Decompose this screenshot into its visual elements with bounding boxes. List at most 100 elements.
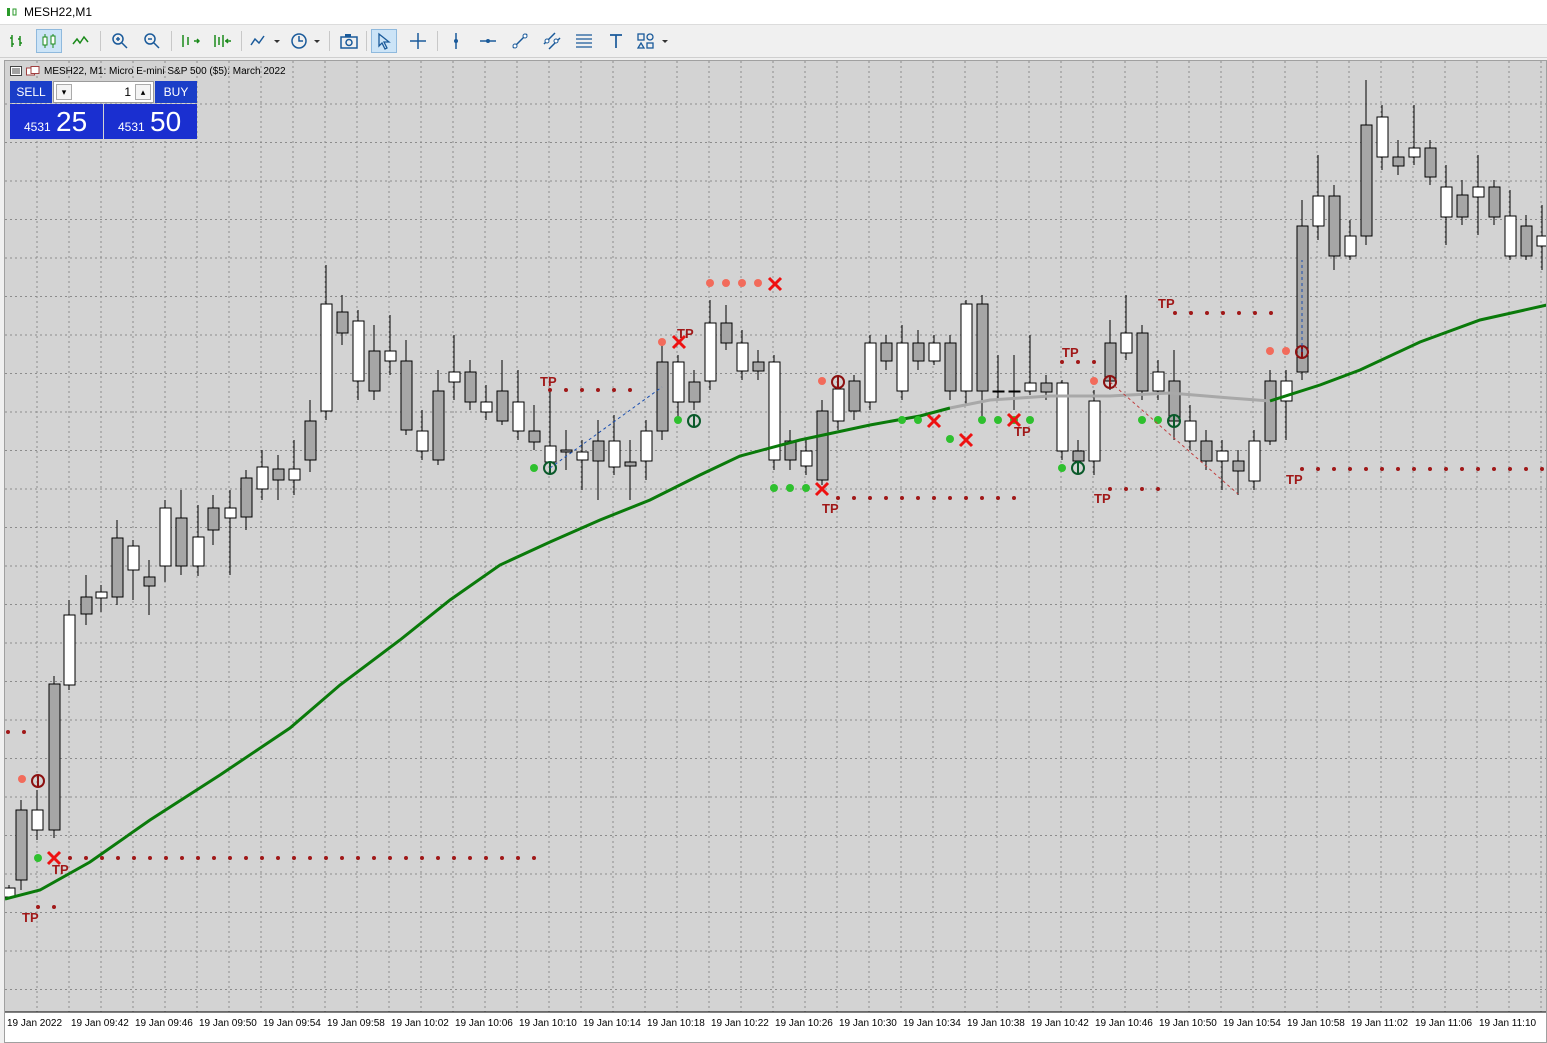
signal-dot: [674, 416, 682, 424]
tp-dot: [420, 856, 424, 860]
zoom-out-icon[interactable]: [139, 29, 165, 53]
candle-body: [175, 517, 188, 567]
indicators-icon[interactable]: [247, 29, 283, 53]
tp-dot: [132, 856, 136, 860]
candle-body: [912, 342, 925, 362]
chart-window[interactable]: TP TP TP TP TP TP TP TP TP TP: [4, 60, 1547, 1043]
tp-label: TP: [1158, 296, 1175, 311]
signal-dot: [914, 416, 922, 424]
signal-dot: [1058, 464, 1066, 472]
bar-chart-icon[interactable]: [4, 29, 30, 53]
candle-body: [816, 410, 829, 481]
sell-button[interactable]: SELL: [10, 81, 52, 103]
tp-dot: [1524, 467, 1528, 471]
tp-dot: [1332, 467, 1336, 471]
tp-dot: [836, 496, 840, 500]
channel-icon[interactable]: [539, 29, 565, 53]
fibonacci-icon[interactable]: [571, 29, 597, 53]
tp-dot: [324, 856, 328, 860]
screenshot-icon[interactable]: [336, 29, 362, 53]
tp-dot: [148, 856, 152, 860]
tp-dot: [244, 856, 248, 860]
lot-value[interactable]: 1: [124, 85, 131, 99]
chart-header: MESH22, M1: Micro E-mini S&P 500 ($5): M…: [10, 63, 286, 79]
candle-body: [1024, 382, 1037, 392]
candle-body: [1504, 215, 1517, 257]
shapes-icon[interactable]: [635, 29, 671, 53]
entry-dot: [722, 279, 730, 287]
chart-window-icon: [7, 8, 17, 16]
tp-dot: [1300, 467, 1304, 471]
zoom-in-icon[interactable]: [107, 29, 133, 53]
candle-body: [576, 451, 589, 461]
tp-dot: [932, 496, 936, 500]
lot-size-field[interactable]: ▾ 1 ▴: [53, 81, 154, 103]
text-icon[interactable]: [603, 29, 629, 53]
periods-clock-icon[interactable]: [287, 29, 323, 53]
tp-dot: [1460, 467, 1464, 471]
candle-body: [480, 401, 493, 413]
time-axis-label: 19 Jan 10:34: [903, 1018, 961, 1029]
candle-body: [304, 420, 317, 461]
candle-body: [720, 322, 733, 344]
candle-body: [1488, 186, 1501, 218]
tp-dot: [1396, 467, 1400, 471]
buy-button[interactable]: BUY: [155, 81, 197, 103]
horizontal-line-icon[interactable]: [475, 29, 501, 53]
candle-body: [736, 342, 749, 372]
tp-label: TP: [22, 910, 39, 925]
candle-body: [512, 401, 525, 432]
tp-dot: [1364, 467, 1368, 471]
candle-body: [95, 591, 108, 599]
tp-dot: [500, 856, 504, 860]
tp-dot: [52, 905, 56, 909]
autoscroll-icon[interactable]: [177, 29, 203, 53]
tp-dot: [1237, 311, 1241, 315]
tp-dot: [484, 856, 488, 860]
signal-dot: [1026, 416, 1034, 424]
candle-body: [1056, 382, 1069, 452]
entry-dot: [738, 279, 746, 287]
trend-line-icon[interactable]: [507, 29, 533, 53]
candle-body: [1328, 195, 1341, 257]
line-chart-icon[interactable]: [68, 29, 94, 53]
tp-dot: [1012, 496, 1016, 500]
time-axis-label: 19 Jan 09:54: [263, 1018, 321, 1029]
price-chart[interactable]: TP TP TP TP TP TP TP TP TP TP: [5, 61, 1546, 1042]
tp-label: TP: [52, 862, 69, 877]
chart-menu-icon[interactable]: [10, 66, 22, 76]
lot-increment-icon[interactable]: ▴: [135, 84, 151, 100]
tp-dot: [564, 388, 568, 392]
tp-dot: [1189, 311, 1193, 315]
vertical-line-icon[interactable]: [443, 29, 469, 53]
tp-dot: [292, 856, 296, 860]
time-axis-label: 19 Jan 11:10: [1479, 1018, 1537, 1029]
time-axis-label: 19 Jan 10:06: [455, 1018, 513, 1029]
ask-price-box[interactable]: 4531 50: [104, 104, 197, 139]
tp-label: TP: [677, 326, 694, 341]
tp-dot: [228, 856, 232, 860]
candle-body: [800, 450, 813, 467]
time-axis-label: 19 Jan 10:42: [1031, 1018, 1089, 1029]
crosshair-icon[interactable]: [405, 29, 431, 53]
tp-dot: [116, 856, 120, 860]
cursor-icon[interactable]: [371, 29, 397, 53]
candles-icon[interactable]: [36, 29, 62, 53]
tp-dot: [1412, 467, 1416, 471]
time-axis-label: 19 Jan 10:50: [1159, 1018, 1217, 1029]
bid-price-box[interactable]: 4531 25: [10, 104, 103, 139]
lot-dropdown-icon[interactable]: ▾: [56, 84, 72, 100]
tp-dot: [468, 856, 472, 860]
tp-dot: [452, 856, 456, 860]
tp-label: TP: [822, 501, 839, 516]
tp-dot: [1221, 311, 1225, 315]
tp-dot: [1076, 360, 1080, 364]
candle-body: [1264, 380, 1277, 442]
chart-shift-icon[interactable]: [209, 29, 235, 53]
tp-dot: [596, 388, 600, 392]
candle-body: [48, 683, 61, 831]
tp-dot: [22, 730, 26, 734]
tp-dot: [884, 496, 888, 500]
expert-icon[interactable]: [26, 66, 40, 76]
tp-dot: [196, 856, 200, 860]
